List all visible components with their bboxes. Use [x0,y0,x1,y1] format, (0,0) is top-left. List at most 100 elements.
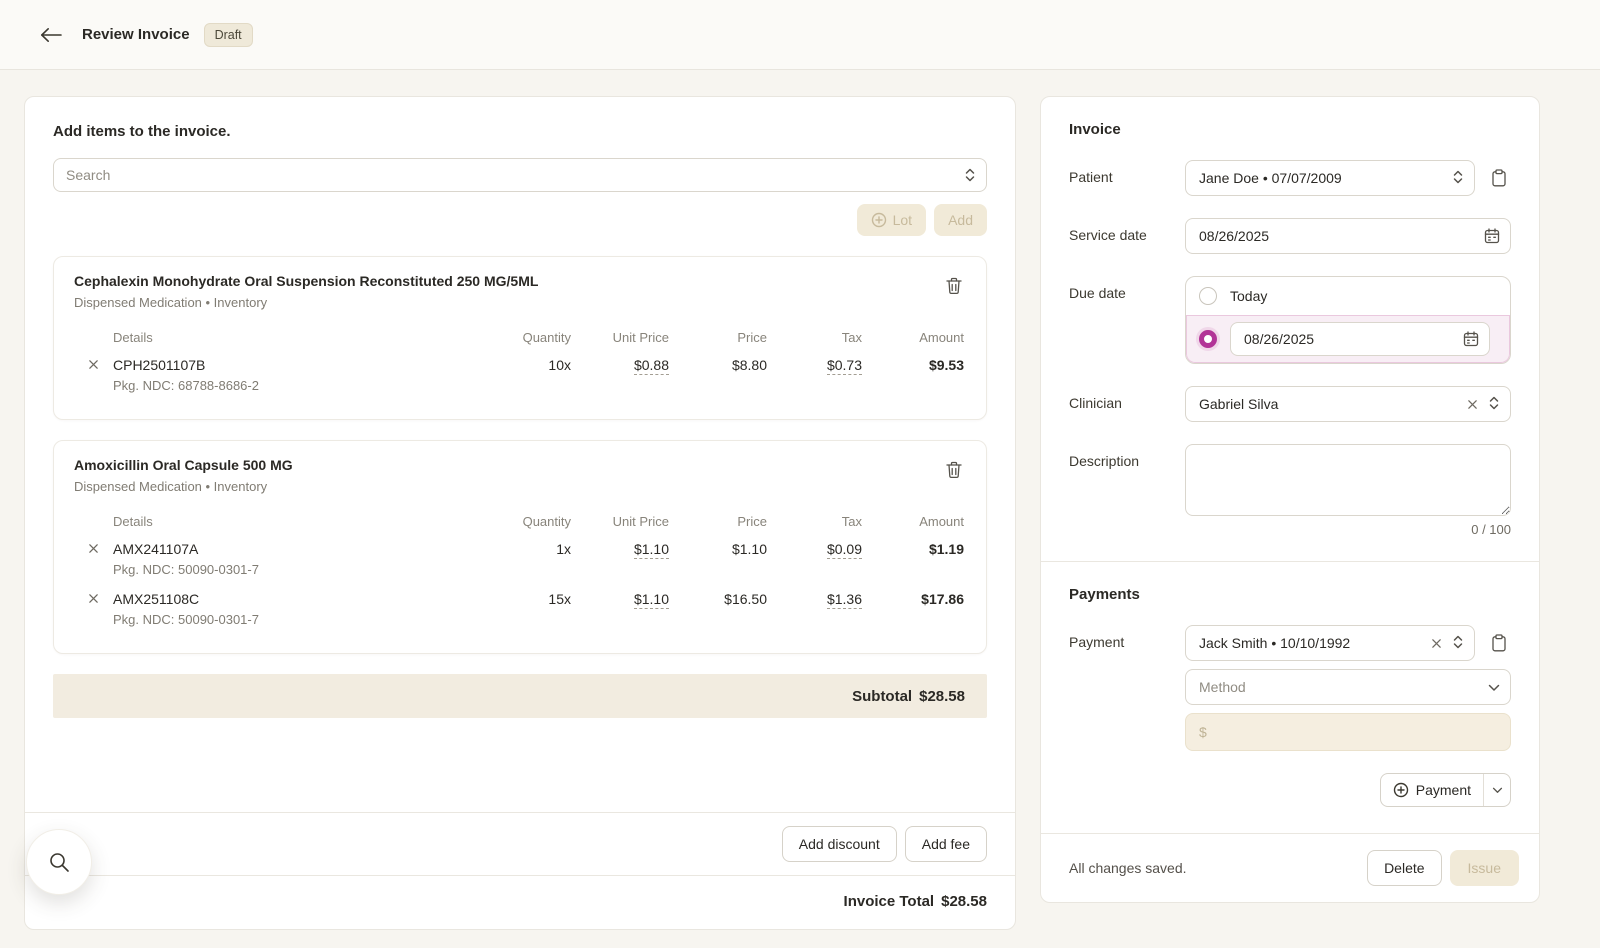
issue-button[interactable]: Issue [1449,850,1519,886]
remove-lot-button[interactable] [88,591,113,606]
back-button[interactable] [40,27,62,43]
description-counter: 0 / 100 [1471,522,1511,537]
item-search-input[interactable] [53,158,987,192]
invoice-details-panel: Invoice Patient Jane Doe • 07/07/2009 Se… [1040,96,1540,903]
chevron-down-icon [1488,679,1500,695]
patient-select[interactable]: Jane Doe • 07/07/2009 [1185,160,1475,196]
remove-lot-button[interactable] [88,357,113,372]
add-item-label: Add [948,212,973,228]
col-tax: Tax [841,514,862,529]
invoice-item-card: Amoxicillin Oral Capsule 500 MG Dispense… [53,440,987,654]
add-discount-button[interactable]: Add discount [781,826,897,862]
due-date-group: Today [1185,276,1511,364]
add-payment-options-button[interactable] [1483,774,1510,806]
due-date-label: Due date [1069,285,1126,301]
item-lot-table: Details Quantity Unit Price Price Tax Am… [54,322,986,419]
add-lot-button[interactable]: Lot [856,204,927,236]
clinician-select[interactable]: Gabriel Silva [1185,386,1511,422]
table-header-row: Details Quantity Unit Price Price Tax Am… [88,506,964,539]
lot-unit-price[interactable]: $1.10 [633,541,669,559]
invoice-total-label: Invoice Total [843,893,935,910]
col-details: Details [113,514,153,529]
due-date-today-option[interactable]: Today [1186,277,1510,315]
lot-code: AMX241107A [113,541,199,557]
lot-details: AMX251108C Pkg. NDC: 50090-0301-7 [113,591,486,627]
subtotal-label: Subtotal [852,687,913,705]
delete-item-button[interactable] [942,457,966,483]
lot-unit-price[interactable]: $1.10 [633,591,669,609]
chevron-up-down-icon [1452,170,1464,187]
table-header-row: Details Quantity Unit Price Price Tax Am… [88,322,964,355]
plus-circle-icon [871,212,886,228]
due-date-custom-option[interactable] [1186,315,1510,363]
close-icon [89,594,98,603]
patient-value: Jane Doe • 07/07/2009 [1199,170,1342,186]
lot-price: $8.80 [731,357,767,373]
invoice-item-card: Cephalexin Monohydrate Oral Suspension R… [53,256,987,420]
service-date-label: Service date [1069,227,1147,243]
clipboard-icon [1492,634,1506,652]
col-tax: Tax [841,330,862,345]
lot-amount: $1.19 [928,541,964,557]
chevron-up-down-icon [1452,635,1464,652]
due-date-input[interactable] [1230,322,1490,356]
payments-heading: Payments [1069,586,1140,603]
lot-tax[interactable]: $1.36 [826,591,862,609]
radio-unchecked-icon [1199,287,1217,305]
lot-price: $1.10 [731,541,767,557]
page-title: Review Invoice [82,26,190,43]
service-date-input[interactable] [1185,218,1511,254]
payment-label: Payment [1069,634,1125,650]
clipboard-icon [1492,169,1506,187]
col-quantity: Quantity [522,514,571,529]
trash-icon [946,461,962,479]
lot-code: CPH2501107B [113,357,206,373]
add-payment-button[interactable]: Payment [1381,774,1483,806]
lot-quantity: 10x [548,357,571,373]
col-amount: Amount [919,514,964,529]
delete-button[interactable]: Delete [1367,850,1442,886]
col-unit-price: Unit Price [612,330,669,345]
lot-tax[interactable]: $0.73 [826,357,862,375]
subtotal-value: $28.58 [919,687,965,705]
clinician-value: Gabriel Silva [1199,396,1279,412]
clinician-clear-button[interactable] [1465,397,1480,412]
add-item-button[interactable]: Add [934,204,987,236]
lot-unit-price[interactable]: $0.88 [633,357,669,375]
floating-search-button[interactable] [26,829,92,895]
col-quantity: Quantity [522,330,571,345]
add-fee-button[interactable]: Add fee [904,826,987,862]
payment-amount-input[interactable] [1185,713,1511,751]
remove-lot-button[interactable] [88,541,113,556]
lot-code: AMX251108C [113,591,200,607]
invoice-footer: All changes saved. Delete Issue [1041,833,1539,902]
chevron-up-down-icon [1488,396,1500,413]
item-subtitle: Dispensed Medication • Inventory [74,479,268,494]
lot-details: CPH2501107B Pkg. NDC: 68788-8686-2 [113,357,486,393]
payment-method-select[interactable]: Method [1185,669,1511,705]
payment-patient-select[interactable]: Jack Smith • 10/10/1992 [1185,625,1475,661]
lot-tax[interactable]: $0.09 [826,541,862,559]
payment-clear-button[interactable] [1429,636,1444,651]
col-price: Price [737,330,767,345]
lot-ndc: Pkg. NDC: 68788-8686-2 [113,378,259,393]
items-footer: Add discount Add fee Invoice Total $28.5… [25,812,1015,929]
payment-record-button[interactable] [1487,630,1511,656]
lot-ndc: Pkg. NDC: 50090-0301-7 [113,562,259,577]
trash-icon [946,277,962,295]
description-textarea[interactable] [1185,444,1511,516]
close-icon [1468,399,1477,409]
delete-item-button[interactable] [942,273,966,299]
description-row: Description 0 / 100 [1069,444,1511,537]
item-search [53,158,987,192]
payment-row: Payment Jack Smith • 10/10/1992 Method $ [1069,625,1511,751]
chevron-down-icon [1492,787,1502,793]
close-icon [89,360,98,369]
subtotal-bar: Subtotal $28.58 [53,674,987,718]
search-icon [50,853,69,872]
close-icon [89,544,98,553]
patient-label: Patient [1069,169,1113,185]
lot-amount: $17.86 [921,591,964,607]
patient-record-button[interactable] [1487,165,1511,191]
due-date-today-label: Today [1230,288,1268,304]
